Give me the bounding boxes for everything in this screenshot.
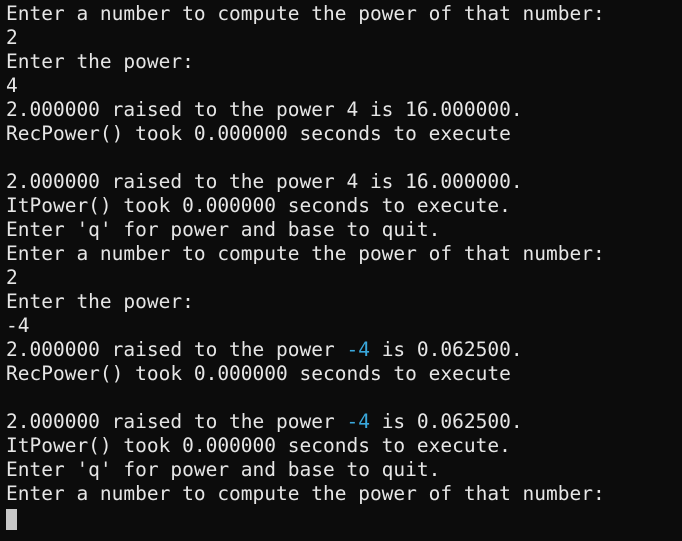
highlighted-number: -4 (346, 410, 370, 433)
line-text: 2.000000 raised to the power (6, 338, 347, 361)
output-line: 2.000000 raised to the power -4 is 0.062… (6, 410, 682, 434)
input-line: -4 (6, 314, 30, 337)
input-line: 2 (6, 266, 18, 289)
input-line: 4 (6, 74, 18, 97)
output-line: RecPower() took 0.000000 seconds to exec… (6, 362, 511, 385)
line-text: is 0.062500. (369, 410, 523, 433)
highlighted-number: -4 (346, 338, 370, 361)
output-line: Enter a number to compute the power of t… (6, 242, 605, 265)
output-line: Enter 'q' for power and base to quit. (6, 458, 441, 481)
output-line: Enter the power: (6, 50, 194, 73)
prompt-line[interactable] (6, 506, 682, 530)
output-line: 2.000000 raised to the power 4 is 16.000… (6, 170, 523, 193)
output-line: ItPower() took 0.000000 seconds to execu… (6, 194, 511, 217)
output-line: Enter the power: (6, 290, 194, 313)
output-line: Enter a number to compute the power of t… (6, 2, 605, 25)
terminal-window[interactable]: Enter a number to compute the power of t… (0, 0, 682, 541)
output-line: 2.000000 raised to the power 4 is 16.000… (6, 98, 523, 121)
output-line: 2.000000 raised to the power -4 is 0.062… (6, 338, 682, 362)
line-text: is 0.062500. (369, 338, 523, 361)
line-text: 2.000000 raised to the power (6, 410, 347, 433)
output-line: ItPower() took 0.000000 seconds to execu… (6, 434, 511, 457)
input-line: 2 (6, 26, 18, 49)
output-line: RecPower() took 0.000000 seconds to exec… (6, 122, 511, 145)
output-line: Enter 'q' for power and base to quit. (6, 218, 441, 241)
text-cursor[interactable] (6, 508, 17, 530)
output-line: Enter a number to compute the power of t… (6, 482, 605, 505)
